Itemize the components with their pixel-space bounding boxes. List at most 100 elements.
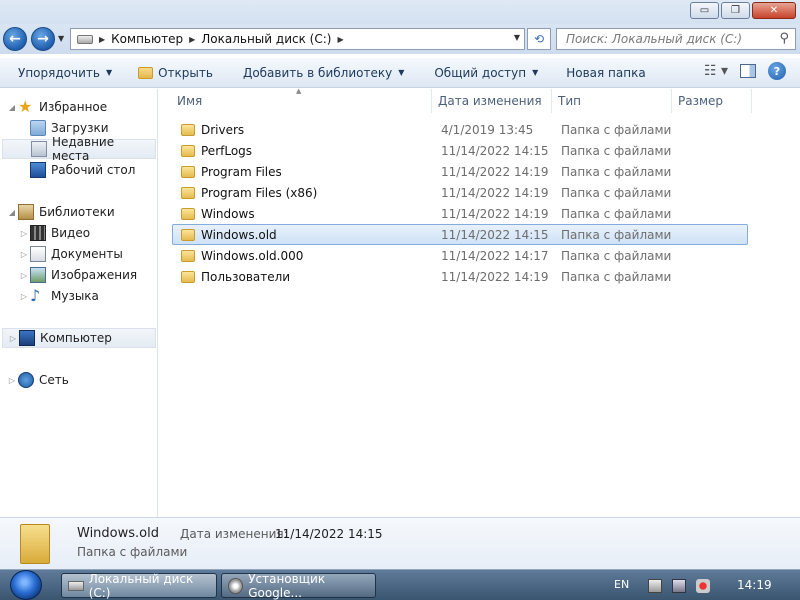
- file-name: Program Files (x86): [201, 186, 318, 200]
- sidebar-item-favorites[interactable]: ◢ ★ Избранное: [6, 97, 107, 117]
- navigation-bar: ← → ▼ ▶ Компьютер ▶ Локальный диск (C:) …: [0, 24, 800, 54]
- desktop-icon: [30, 162, 46, 178]
- documents-icon: [30, 246, 46, 262]
- table-row[interactable]: Drivers 4/1/2019 13:45 Папка с файлами: [173, 120, 748, 140]
- view-options-icon[interactable]: ☷ ▾: [704, 63, 728, 79]
- drive-icon: [77, 34, 93, 44]
- details-pane: Windows.old Папка с файлами Дата изменен…: [0, 517, 800, 569]
- folder-icon: [181, 250, 195, 262]
- clock[interactable]: 14:19: [737, 578, 772, 592]
- file-name: Drivers: [201, 123, 245, 137]
- organize-button[interactable]: Упорядочить ▼: [14, 62, 116, 84]
- taskbar-item-label: Локальный диск (C:): [88, 571, 194, 600]
- details-type: Папка с файлами: [77, 545, 188, 559]
- file-type: Папка с файлами: [561, 207, 672, 221]
- column-header-name[interactable]: Имя: [171, 89, 432, 113]
- share-label: Общий доступ: [434, 65, 527, 80]
- sidebar-item-videos[interactable]: ▷ Видео: [18, 223, 90, 243]
- table-row[interactable]: Windows 11/14/2022 14:19 Папка с файлами: [173, 204, 748, 224]
- breadcrumb-local-disk[interactable]: Локальный диск (C:): [201, 32, 331, 46]
- search-input[interactable]: [566, 32, 766, 46]
- folder-icon: [181, 124, 195, 136]
- search-box[interactable]: ⚲: [556, 28, 796, 50]
- file-type: Папка с файлами: [561, 227, 672, 242]
- sidebar-item-documents[interactable]: ▷ Документы: [18, 244, 123, 264]
- action-center-icon[interactable]: [648, 579, 662, 593]
- forward-button[interactable]: →: [31, 27, 55, 51]
- share-button[interactable]: Общий доступ ▼: [430, 62, 542, 84]
- organize-label: Упорядочить: [18, 65, 100, 80]
- column-header-type[interactable]: Тип: [552, 89, 672, 113]
- dropdown-arrow-icon: ▼: [532, 68, 539, 77]
- file-date: 4/1/2019 13:45: [441, 123, 534, 137]
- back-button[interactable]: ←: [3, 27, 27, 51]
- open-label: Открыть: [158, 65, 213, 80]
- chevron-right-icon[interactable]: ▶: [189, 35, 195, 44]
- file-date: 11/14/2022 14:19: [441, 207, 549, 221]
- recent-places-icon: [31, 141, 47, 157]
- details-name: Windows.old: [77, 526, 159, 541]
- help-icon[interactable]: ?: [768, 62, 786, 80]
- file-type: Папка с файлами: [561, 249, 672, 263]
- sidebar-item-network[interactable]: ▷ Сеть: [6, 370, 69, 390]
- file-name: Пользователи: [201, 270, 291, 284]
- taskbar-item-installer[interactable]: Установщик Google...: [221, 572, 376, 600]
- table-row[interactable]: Program Files 11/14/2022 14:19 Папка с ф…: [173, 162, 748, 182]
- expander-icon[interactable]: ◢: [6, 208, 18, 217]
- network-icon: [18, 372, 34, 388]
- breadcrumb-computer[interactable]: Компьютер: [111, 32, 183, 46]
- installer-icon: [228, 577, 244, 594]
- preview-pane-icon[interactable]: [740, 64, 756, 78]
- table-row-selected[interactable]: Windows.old 11/14/2022 14:15 Папка с фай…: [172, 224, 748, 245]
- language-indicator[interactable]: EN: [614, 578, 629, 591]
- new-folder-button[interactable]: Новая папка: [562, 62, 649, 84]
- chevron-right-icon[interactable]: ▶: [99, 35, 105, 44]
- sidebar-item-recent[interactable]: Недавние места: [2, 135, 156, 163]
- open-button[interactable]: Открыть: [134, 62, 217, 84]
- start-button[interactable]: [10, 570, 42, 600]
- folder-icon: [138, 66, 154, 79]
- table-row[interactable]: PerfLogs 11/14/2022 14:15 Папка с файлам…: [173, 141, 748, 161]
- expander-icon[interactable]: ▷: [18, 292, 30, 301]
- table-row[interactable]: Пользователи 11/14/2022 14:19 Папка с фа…: [173, 267, 748, 287]
- expander-icon[interactable]: ▷: [18, 250, 30, 259]
- file-date: 11/14/2022 14:15: [441, 144, 549, 158]
- taskbar-item-explorer[interactable]: Локальный диск (C:): [61, 571, 217, 600]
- refresh-button[interactable]: ⟲: [527, 28, 551, 50]
- sidebar-item-libraries[interactable]: ◢ Библиотеки: [6, 202, 115, 222]
- sidebar-item-computer[interactable]: ▷ Компьютер: [2, 328, 156, 348]
- downloads-icon: [30, 120, 46, 136]
- file-date: 11/14/2022 14:15: [441, 227, 549, 242]
- navigation-pane: ◢ ★ Избранное Загрузки Недавние места Ра…: [0, 89, 158, 517]
- chevron-right-icon[interactable]: ▶: [337, 35, 343, 44]
- recent-pages-dropdown[interactable]: ▼: [58, 34, 64, 43]
- expander-icon[interactable]: ▷: [6, 376, 18, 385]
- add-to-library-button[interactable]: Добавить в библиотеку ▼: [239, 62, 408, 84]
- maximize-button[interactable]: ❐: [721, 2, 750, 19]
- search-icon[interactable]: ⚲: [779, 31, 789, 46]
- minimize-button[interactable]: ▭: [690, 2, 719, 19]
- sidebar-item-desktop[interactable]: Рабочий стол: [30, 160, 135, 180]
- column-header-date[interactable]: Дата изменения: [432, 89, 552, 113]
- volume-muted-icon[interactable]: [696, 579, 710, 593]
- network-tray-icon[interactable]: [672, 579, 686, 593]
- column-header-size[interactable]: Размер: [672, 89, 752, 113]
- address-dropdown[interactable]: ▼: [514, 33, 520, 42]
- file-type: Папка с файлами: [561, 144, 672, 158]
- sidebar-item-label: Библиотеки: [39, 205, 115, 219]
- folder-icon: [181, 228, 195, 241]
- expander-icon[interactable]: ▷: [7, 334, 19, 343]
- expander-icon[interactable]: ▷: [18, 271, 30, 280]
- table-row[interactable]: Windows.old.000 11/14/2022 14:17 Папка с…: [173, 246, 748, 266]
- sidebar-item-pictures[interactable]: ▷ Изображения: [18, 265, 137, 285]
- window-controls: ▭ ❐ ✕: [690, 2, 796, 19]
- file-name: PerfLogs: [201, 144, 253, 158]
- address-bar[interactable]: ▶ Компьютер ▶ Локальный диск (C:) ▶ ▼: [70, 28, 525, 50]
- expander-icon[interactable]: ▷: [18, 229, 30, 238]
- close-button[interactable]: ✕: [752, 2, 796, 19]
- expander-icon[interactable]: ◢: [6, 103, 18, 112]
- folder-icon: [181, 166, 195, 178]
- sidebar-item-label: Избранное: [39, 100, 108, 114]
- table-row[interactable]: Program Files (x86) 11/14/2022 14:19 Пап…: [173, 183, 748, 203]
- sidebar-item-music[interactable]: ▷ ♪ Музыка: [18, 286, 99, 306]
